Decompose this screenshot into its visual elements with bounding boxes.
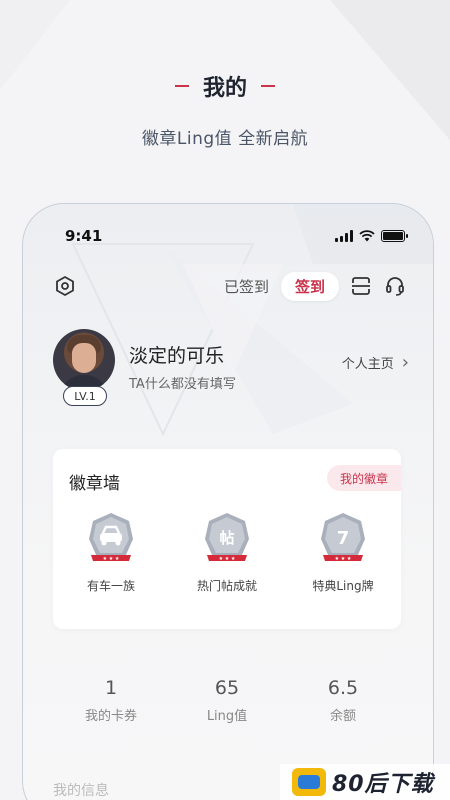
- svg-text:★ ★ ★: ★ ★ ★: [103, 556, 120, 562]
- watermark-text: 80后下载: [332, 772, 434, 797]
- top-bar: 已签到 签到: [23, 268, 433, 304]
- stat-label: 我的卡券: [84, 709, 137, 724]
- headset-icon[interactable]: [383, 274, 407, 298]
- badge-name: 特典Ling牌: [312, 579, 374, 593]
- my-info-section-title: 我的信息: [53, 783, 109, 799]
- profile-section: LV.1 淡定的可乐 TA什么都没有填写 个人主页 ›: [53, 329, 409, 409]
- stat-coupons[interactable]: 1 我的卡券: [56, 677, 166, 724]
- badge-name: 有车一族: [86, 579, 135, 593]
- badge-item[interactable]: 帖 ★ ★ ★ 热门帖成就: [177, 511, 277, 594]
- top-bar-actions: 已签到 签到: [223, 271, 407, 301]
- scan-icon[interactable]: [349, 274, 373, 298]
- stat-label: Ling值: [206, 709, 248, 724]
- promo-subtitle: 徽章Ling值 全新启航: [141, 129, 309, 149]
- badge-glyph: 7: [337, 528, 350, 549]
- homepage-link-label: 个人主页: [341, 357, 394, 372]
- chevron-right-icon: ›: [401, 351, 409, 373]
- nickname: 淡定的可乐: [129, 345, 225, 367]
- badge-wall-title: 徽章墙: [69, 474, 120, 494]
- settings-icon[interactable]: [53, 274, 77, 298]
- status-time: 9:41: [65, 227, 103, 245]
- watermark: 80后下载: [280, 764, 450, 800]
- badge-name: 热门帖成就: [196, 579, 257, 593]
- title-dash-left: [174, 85, 189, 87]
- stats-row: 1 我的卡券 65 Ling值 6.5 余额: [53, 677, 401, 724]
- stat-label: 余额: [329, 709, 356, 724]
- badge-item[interactable]: 7 ★ ★ ★ 特典Ling牌: [293, 511, 393, 594]
- status-icons: [335, 230, 408, 242]
- stat-value: 65: [214, 677, 240, 699]
- svg-text:★ ★ ★: ★ ★ ★: [335, 556, 352, 562]
- stat-balance[interactable]: 6.5 余额: [288, 677, 398, 724]
- homepage-link[interactable]: 个人主页 ›: [342, 353, 409, 372]
- level-badge: LV.1: [63, 386, 107, 406]
- seven-badge-icon: 7 ★ ★ ★: [321, 513, 365, 562]
- car-badge-icon: ★ ★ ★: [89, 513, 133, 562]
- checkin-button[interactable]: 签到: [280, 271, 339, 301]
- post-badge-icon: 帖 ★ ★ ★: [205, 513, 249, 562]
- stat-value: 1: [104, 677, 118, 699]
- badge-glyph: 帖: [219, 529, 234, 547]
- cellular-signal-icon: [335, 230, 353, 242]
- signed-in-status: 已签到: [223, 277, 269, 296]
- promo-title-text: 我的: [202, 76, 247, 101]
- watermark-logo-icon: [292, 768, 326, 796]
- bio-text: TA什么都没有填写: [129, 377, 236, 392]
- stat-value: 6.5: [327, 677, 359, 699]
- my-badges-button[interactable]: 我的徽章: [327, 465, 401, 491]
- avatar[interactable]: [53, 329, 115, 391]
- promo-title: 我的: [0, 70, 450, 102]
- battery-icon: [381, 230, 408, 242]
- wifi-icon: [359, 230, 375, 242]
- badge-wall-card: 徽章墙 我的徽章 ★ ★ ★ 有车一族 帖 ★ ★ ★ 热门帖成就 7 ★ ★ …: [53, 449, 401, 629]
- status-bar: 9:41: [23, 224, 433, 248]
- badge-item[interactable]: ★ ★ ★ 有车一族: [61, 511, 161, 594]
- svg-text:★ ★ ★: ★ ★ ★: [219, 556, 236, 562]
- stat-ling-points[interactable]: 65 Ling值: [172, 677, 282, 724]
- badges-row: ★ ★ ★ 有车一族 帖 ★ ★ ★ 热门帖成就 7 ★ ★ ★ 特典Ling牌: [53, 511, 401, 594]
- title-dash-right: [261, 85, 275, 87]
- phone-frame: 9:41 已签到 签到 LV.1 淡定的可乐 TA什么都没有填写 个人主页 › …: [22, 203, 434, 800]
